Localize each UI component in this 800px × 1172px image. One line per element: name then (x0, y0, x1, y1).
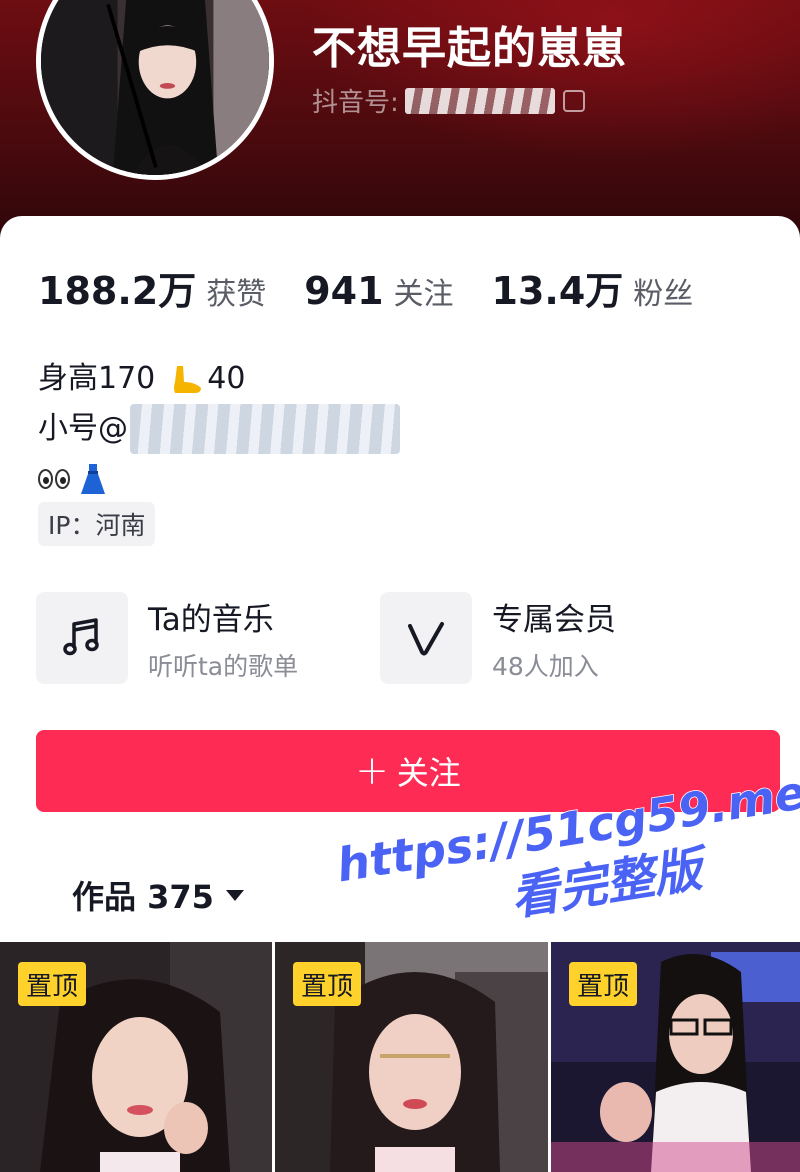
stat-likes[interactable]: 188.2万 获赞 (38, 260, 266, 315)
bio-height: 身高170 (38, 361, 156, 396)
chevron-down-icon (225, 889, 244, 901)
bio-alt-account[interactable]: 小号@ (38, 405, 128, 453)
bio: 身高170 40 小号@ (38, 354, 400, 504)
stats-row: 188.2万 获赞 941 关注 13.4万 粉丝 (38, 260, 731, 315)
stat-label: 关注 (393, 277, 454, 312)
stat-following[interactable]: 941 关注 (304, 269, 453, 313)
stat-followers[interactable]: 13.4万 粉丝 (492, 260, 694, 315)
bio-foot-value: 40 (207, 361, 246, 396)
redaction-mask (404, 87, 555, 114)
douyin-id: 抖音号: (312, 82, 585, 119)
feature-subtitle: 48人加入 (492, 651, 599, 681)
pinned-badge: 置顶 (293, 962, 362, 1006)
works-tab-label: 作品 375 (72, 878, 214, 916)
douyin-id-label: 抖音号: (312, 88, 399, 118)
stat-label: 粉丝 (633, 277, 694, 312)
video-grid: 置顶 置顶 置顶 (0, 942, 800, 1172)
tab-works[interactable]: 作品 375 (72, 872, 244, 918)
eyes-icon (38, 469, 72, 489)
bio-line-alt: 小号@ (38, 404, 400, 454)
pinned-badge: 置顶 (18, 962, 87, 1006)
stat-value: 13.4万 (491, 269, 624, 313)
feature-membership[interactable]: 专属会员 48人加入 (380, 592, 616, 684)
music-note-icon (63, 618, 99, 656)
avatar-image (41, 0, 269, 175)
eye-right (55, 469, 70, 489)
v-member-icon (408, 622, 444, 656)
video-thumbnail[interactable]: 置顶 (0, 942, 272, 1172)
stat-label: 获赞 (206, 277, 267, 312)
ip-location-tag: IP：河南 (38, 502, 156, 546)
stat-value: 941 (304, 269, 384, 313)
eye-left (38, 469, 53, 489)
feature-music-text: Ta的音乐 听听ta的歌单 (148, 594, 298, 683)
feature-title: Ta的音乐 (148, 601, 274, 638)
foot-icon (174, 366, 202, 393)
feature-music-box (36, 592, 128, 684)
feature-subtitle: 听听ta的歌单 (148, 651, 299, 681)
profile-header: 不想早起的崽崽 抖音号: (0, 0, 800, 250)
feature-title: 专属会员 (492, 601, 616, 638)
video-thumbnail[interactable]: 置顶 (551, 942, 800, 1172)
avatar[interactable] (36, 0, 274, 180)
watermark: https://51cg59.me 看完整版 (332, 778, 800, 927)
bio-line-emoji (38, 454, 400, 504)
nickname: 不想早起的崽崽 (312, 23, 627, 74)
dress-icon (81, 464, 105, 494)
stat-value: 188.2万 (38, 269, 197, 313)
copy-icon[interactable] (562, 89, 585, 112)
pinned-badge: 置顶 (569, 962, 638, 1006)
feature-music[interactable]: Ta的音乐 听听ta的歌单 (36, 592, 298, 684)
feature-membership-text: 专属会员 48人加入 (492, 594, 616, 683)
video-thumbnail[interactable]: 置顶 (275, 942, 548, 1172)
feature-membership-box (380, 592, 472, 684)
redaction-mask (130, 404, 400, 454)
bio-line-height: 身高170 40 (38, 354, 400, 404)
